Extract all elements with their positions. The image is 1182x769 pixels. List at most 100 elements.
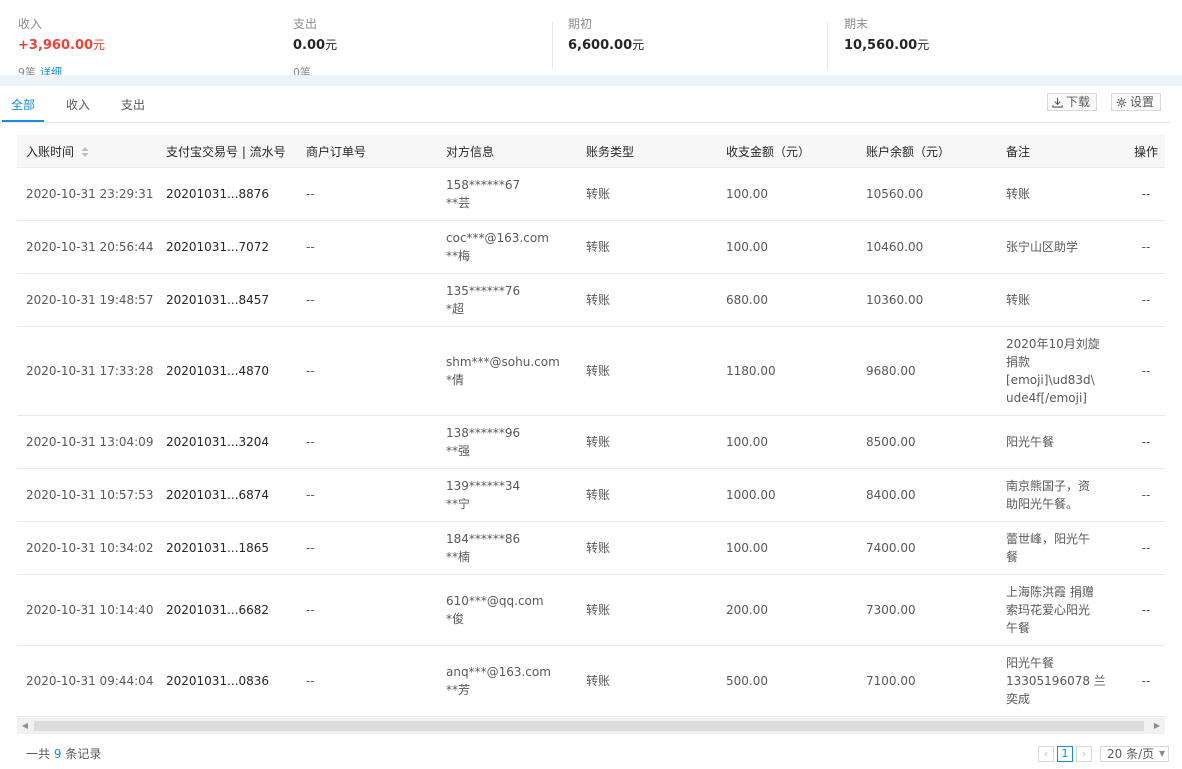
cell-remark: 转账	[997, 273, 1107, 327]
cell-amount: 680.00	[717, 273, 857, 327]
cell-type: 转账	[577, 273, 717, 327]
scrollbar-thumb[interactable]	[34, 721, 1144, 731]
cell-party: anq***@163.com **芳	[437, 645, 577, 717]
scroll-right-icon[interactable]: ▶	[1149, 718, 1165, 734]
cell-trade-no: 20201031...6874	[157, 468, 297, 522]
detail-link[interactable]: 详细	[40, 66, 62, 75]
party-account: 184******86	[446, 532, 521, 546]
cell-party: 158******67 **芸	[437, 167, 577, 221]
cell-type: 转账	[577, 521, 717, 575]
party-name: *倩	[446, 373, 465, 387]
download-button[interactable]: 下载	[1047, 93, 1098, 111]
cell-trade-no: 20201031...8876	[157, 167, 297, 221]
cell-time: 2020-10-31 09:44:04	[17, 645, 157, 717]
table-row: 2020-10-31 10:34:02 20201031...1865 -- 184*…	[17, 521, 1165, 575]
tab-expense[interactable]: 支出	[121, 86, 145, 122]
remark-line: [emoji]\ud83d\	[1006, 373, 1095, 387]
party-name: **强	[446, 444, 471, 458]
sort-icon[interactable]	[80, 145, 90, 159]
party-account: anq***@163.com	[446, 665, 551, 679]
column-header-party: 对方信息	[437, 135, 577, 168]
remark-line: 索玛花爱心阳光	[1006, 603, 1091, 617]
party-account: coc***@163.com	[446, 231, 549, 245]
cell-trade-no: 20201031...4870	[157, 326, 297, 416]
cell-order-no: --	[297, 468, 437, 522]
next-page-icon[interactable]: ›	[1076, 746, 1092, 762]
summary-value: 10,560.00元	[844, 38, 930, 53]
table-row: 2020-10-31 13:04:09 20201031...3204 -- 138*…	[17, 415, 1165, 469]
tab-all[interactable]: 全部	[2, 86, 45, 122]
cell-actions: --	[1107, 468, 1165, 522]
cell-remark: 阳光午餐	[997, 415, 1107, 469]
cell-type: 转账	[577, 220, 717, 274]
summary-label: 支出	[293, 17, 318, 31]
cell-order-no: --	[297, 574, 437, 646]
cell-time: 2020-10-31 17:33:28	[17, 326, 157, 416]
cell-balance: 7100.00	[857, 645, 997, 717]
cell-order-no: --	[297, 645, 437, 717]
cell-trade-no: 20201031...8457	[157, 273, 297, 327]
cell-time: 2020-10-31 10:34:02	[17, 521, 157, 575]
table-row: 2020-10-31 20:56:44 20201031...7072 -- coc*…	[17, 220, 1165, 274]
horizontal-scrollbar[interactable]: ◀ ▶	[17, 718, 1165, 734]
cell-party: coc***@163.com **梅	[437, 220, 577, 274]
scroll-left-icon[interactable]: ◀	[17, 718, 33, 734]
transactions-table: 入账时间 支付宝交易号 | 流水号 商户订单号 对方信息 账务类型 收支金额（元…	[17, 135, 1165, 718]
table-row: 2020-10-31 10:57:53 20201031...6874 -- 139*…	[17, 468, 1165, 522]
page-size-select[interactable]: 20 条/页 ▼	[1100, 746, 1170, 762]
column-header-time[interactable]: 入账时间	[17, 135, 157, 168]
remark-line: 午餐	[1006, 621, 1031, 635]
remark-line: 转账	[1006, 293, 1031, 307]
prev-page-icon[interactable]: ‹	[1038, 746, 1054, 762]
summary-sub: 9笔 详细	[18, 64, 62, 75]
table-row: 2020-10-31 09:44:04 20201031...0836 -- anq*…	[17, 645, 1165, 717]
cell-actions: --	[1107, 415, 1165, 469]
summary-value: 6,600.00元	[568, 38, 645, 53]
column-header-remark: 备注	[997, 135, 1107, 168]
cell-party: 138******96 **强	[437, 415, 577, 469]
remark-line: 奕成	[1006, 692, 1031, 706]
cell-remark: 2020年10月刘旋 捐款 [emoji]\ud83d\ ude4f[/emoji]	[997, 326, 1107, 416]
cell-party: 139******34 **宁	[437, 468, 577, 522]
divider	[552, 22, 553, 69]
remark-line: 阳光午餐	[1006, 435, 1055, 449]
cell-time: 2020-10-31 10:57:53	[17, 468, 157, 522]
summary-sub: 0笔	[293, 66, 311, 75]
remark-line: ude4f[/emoji]	[1006, 391, 1087, 405]
cell-order-no: --	[297, 220, 437, 274]
summary-label: 期末	[844, 17, 869, 31]
cell-time: 2020-10-31 19:48:57	[17, 273, 157, 327]
table-header-row: 入账时间 支付宝交易号 | 流水号 商户订单号 对方信息 账务类型 收支金额（元…	[17, 135, 1165, 168]
column-header-amount: 收支金额（元）	[717, 135, 857, 168]
cell-time: 2020-10-31 13:04:09	[17, 415, 157, 469]
party-account: 158******67	[446, 178, 521, 192]
cell-balance: 8400.00	[857, 468, 997, 522]
party-name: **芳	[446, 683, 471, 697]
download-icon	[1052, 97, 1063, 108]
total-records: 一共 9 条记录	[26, 747, 102, 761]
tab-income[interactable]: 收入	[66, 86, 90, 122]
party-name: **楠	[446, 550, 471, 564]
cell-amount: 100.00	[717, 220, 857, 274]
section-separator	[0, 75, 1182, 86]
cell-order-no: --	[297, 415, 437, 469]
table-row: 2020-10-31 19:48:57 20201031...8457 -- 135*…	[17, 273, 1165, 327]
remark-line: 餐	[1006, 550, 1019, 564]
cell-trade-no: 20201031...0836	[157, 645, 297, 717]
settings-button[interactable]: 设置	[1111, 93, 1162, 111]
column-header-balance: 账户余额（元）	[857, 135, 997, 168]
cell-balance: 9680.00	[857, 326, 997, 416]
cell-time: 2020-10-31 10:14:40	[17, 574, 157, 646]
party-account: 135******76	[446, 284, 521, 298]
cell-type: 转账	[577, 574, 717, 646]
cell-actions: --	[1107, 521, 1165, 575]
cell-amount: 100.00	[717, 167, 857, 221]
cell-amount: 100.00	[717, 415, 857, 469]
remark-line: 南京熊国子，资	[1006, 479, 1091, 493]
party-account: 139******34	[446, 479, 521, 493]
remark-line: 捐款	[1006, 355, 1031, 369]
page-number[interactable]: 1	[1057, 746, 1073, 762]
summary-value: +3,960.00元	[18, 38, 106, 53]
cell-type: 转账	[577, 415, 717, 469]
cell-party: shm***@sohu.com *倩	[437, 326, 577, 416]
